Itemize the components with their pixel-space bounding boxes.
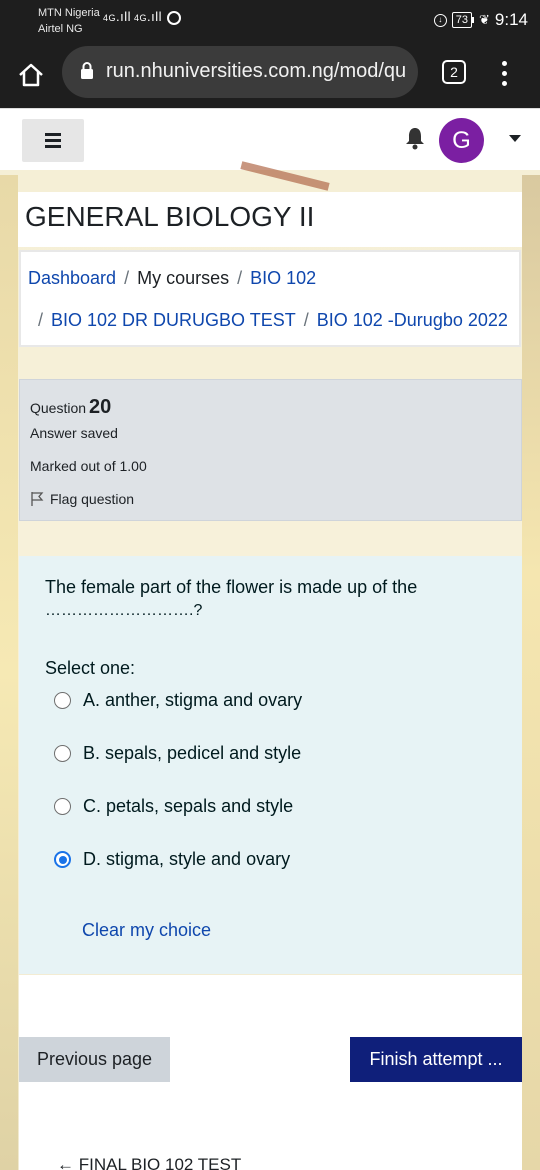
question-info-panel: Question 20 Answer saved Marked out of 1.…: [19, 379, 522, 521]
carrier-1: MTN Nigeria: [38, 7, 100, 19]
radio-a[interactable]: [54, 692, 71, 709]
browser-toolbar: run.nhuniversities.com.ng/mod/qu 2: [0, 46, 540, 108]
breadcrumb-bio-102[interactable]: BIO 102: [250, 268, 316, 288]
site-header: G: [0, 108, 540, 170]
browser-menu-icon[interactable]: [496, 58, 512, 88]
question-state: Answer saved: [30, 425, 118, 441]
user-avatar[interactable]: G: [439, 118, 484, 163]
tab-switcher-button[interactable]: 2: [442, 60, 466, 84]
breadcrumb-separator: /: [237, 268, 243, 288]
carrier-2: Airtel NG: [38, 23, 83, 35]
answer-option-d[interactable]: D. stigma, style and ovary: [54, 849, 290, 870]
question-number-label: Question: [30, 400, 87, 416]
breadcrumb-row-1: Dashboard / My courses / BIO 102: [28, 268, 316, 289]
answer-option-b[interactable]: B. sepals, pedicel and style: [54, 743, 301, 764]
clear-choice-link[interactable]: Clear my choice: [82, 920, 211, 941]
page-header-card: GENERAL BIOLOGY II: [18, 192, 522, 247]
finish-attempt-button[interactable]: Finish attempt ...: [350, 1037, 522, 1082]
background-decoration-right: [522, 175, 540, 1170]
breadcrumb-dashboard[interactable]: Dashboard: [28, 268, 116, 288]
breadcrumb-separator: /: [38, 310, 44, 330]
status-bar: MTN Nigeria Airtel NG 4G.ıll 4G.ıll ↓ 73…: [0, 0, 540, 46]
question-grade: Marked out of 1.00: [30, 458, 147, 474]
question-number-value: 20: [89, 396, 112, 418]
signal-1-type: 4G: [103, 13, 117, 23]
lock-icon: [81, 62, 93, 79]
quiz-navigation: Previous page Finish attempt ... ← FINAL…: [19, 975, 522, 1170]
notification-bell-icon[interactable]: [404, 126, 426, 150]
answer-option-c[interactable]: C. petals, sepals and style: [54, 796, 293, 817]
url-text: run.nhuniversities.com.ng/mod/qu: [106, 60, 407, 82]
previous-activity-link[interactable]: ← FINAL BIO 102 TEST: [57, 1155, 241, 1170]
breadcrumb: Dashboard / My courses / BIO 102 / BIO 102 DR…: [19, 250, 521, 347]
status-right: ↓ 73 ❦ 9:14: [433, 10, 528, 30]
user-menu-caret-icon[interactable]: [509, 135, 521, 142]
breadcrumb-separator: /: [124, 268, 130, 288]
breadcrumb-row-2: / BIO 102 DR DURUGBO TEST / BIO 102 -Durugb…: [38, 310, 508, 331]
breadcrumb-test-section[interactable]: BIO 102 DR DURUGBO TEST: [51, 310, 296, 330]
breadcrumb-separator: /: [303, 310, 309, 330]
question-content: The female part of the flower is made up…: [19, 556, 522, 974]
carrier-info: MTN Nigeria Airtel NG: [38, 5, 100, 37]
answer-option-a-label[interactable]: A. anther, stigma and ovary: [83, 690, 302, 711]
radio-c[interactable]: [54, 798, 71, 815]
breadcrumb-my-courses: My courses: [137, 268, 230, 288]
nav-drawer-button[interactable]: [22, 119, 84, 162]
status-circle-icon: [167, 11, 181, 25]
answer-option-a[interactable]: A. anther, stigma and ovary: [54, 690, 302, 711]
answer-option-d-label[interactable]: D. stigma, style and ovary: [83, 849, 290, 870]
question-number: Question 20: [30, 396, 111, 419]
select-prompt: Select one:: [45, 658, 136, 678]
address-bar[interactable]: run.nhuniversities.com.ng/mod/qu: [62, 46, 418, 98]
signal-2-type: 4G: [134, 13, 148, 23]
answer-option-b-label[interactable]: B. sepals, pedicel and style: [83, 743, 301, 764]
data-saver-icon: ↓: [433, 13, 447, 27]
page-title: GENERAL BIOLOGY II: [25, 201, 315, 232]
flag-question-button[interactable]: Flag question: [30, 491, 134, 507]
signal-icons: 4G.ıll 4G.ıll: [103, 9, 163, 24]
background-decoration-left: [0, 175, 18, 1170]
flag-question-label: Flag question: [50, 491, 135, 507]
previous-page-button[interactable]: Previous page: [19, 1037, 170, 1082]
clock: 9:14: [494, 10, 528, 29]
battery-tip: [472, 17, 474, 23]
breadcrumb-quiz[interactable]: BIO 102 -Durugbo 2022: [317, 310, 508, 330]
radio-b[interactable]: [54, 745, 71, 762]
battery-icon: 73: [451, 12, 472, 28]
question-text: The female part of the flower is made up…: [45, 577, 418, 597]
home-icon[interactable]: [16, 60, 46, 90]
radio-d-selected[interactable]: [54, 851, 71, 868]
flag-icon: [31, 492, 44, 506]
leaf-icon: ❦: [479, 12, 490, 27]
question-blank: ……………………….?: [45, 602, 203, 619]
answer-option-c-label[interactable]: C. petals, sepals and style: [83, 796, 293, 817]
